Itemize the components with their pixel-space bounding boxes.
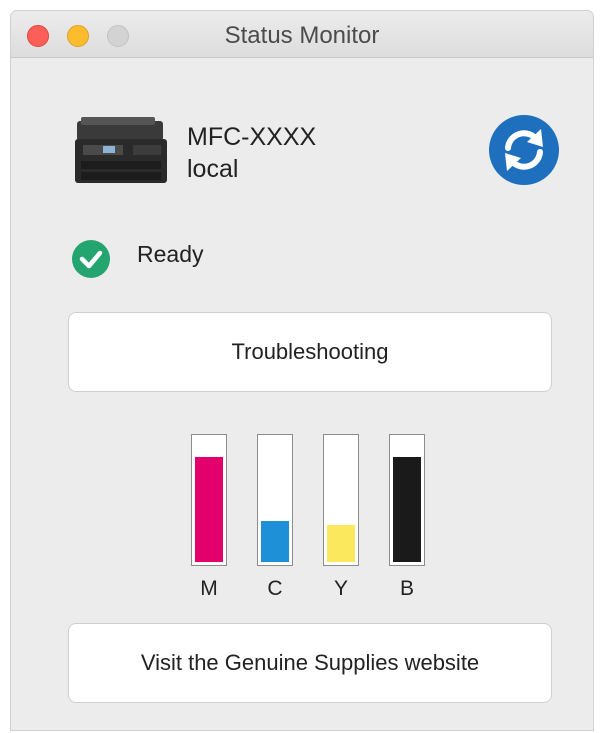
- ink-label-cyan: C: [267, 577, 283, 600]
- ink-level-cyan: [261, 521, 289, 562]
- printer-location: local: [187, 155, 239, 183]
- printer-name: MFC-XXXX: [187, 123, 317, 151]
- troubleshooting-button[interactable]: Troubleshooting: [68, 312, 552, 392]
- refresh-icon: [505, 129, 543, 171]
- printer-icon: [73, 115, 169, 187]
- ink-label-magenta: M: [200, 577, 218, 600]
- status-text: Ready: [137, 241, 204, 267]
- ink-slot-black: [389, 434, 425, 566]
- window-title: Status Monitor: [224, 22, 380, 49]
- title-bar: Status Monitor: [11, 11, 593, 58]
- ink-slot-cyan: [257, 434, 293, 566]
- ink-slot-magenta: [191, 434, 227, 566]
- ink-label-black: B: [399, 577, 414, 600]
- refresh-button[interactable]: [489, 115, 559, 185]
- ink-level-magenta: [195, 457, 223, 562]
- ink-label-yellow: Y: [333, 577, 348, 600]
- ink-level-black: [393, 457, 421, 562]
- check-circle-icon: [72, 240, 110, 278]
- status-monitor-window: Status Monitor MFC-XXXX local Ready Trou…: [11, 11, 593, 730]
- ink-slot-yellow: [323, 434, 359, 566]
- genuine-supplies-button[interactable]: Visit the Genuine Supplies website: [68, 623, 552, 703]
- ink-level-yellow: [327, 525, 355, 562]
- ink-levels: M C Y B: [11, 421, 593, 611]
